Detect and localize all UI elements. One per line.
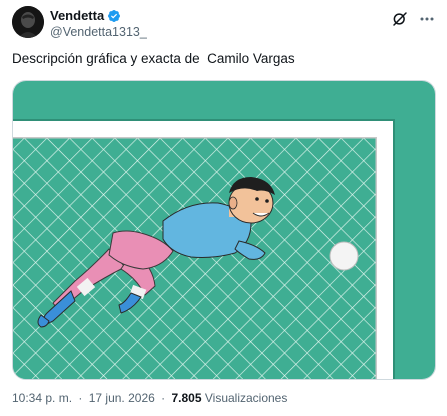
author-avatar[interactable] [12,6,44,38]
tweet-media-image[interactable] [12,80,436,380]
tweet-card: Vendetta @Vendetta1313_ Descripción gráf… [0,0,447,416]
views-count: 7.805 [171,391,202,405]
tweet-meta: 10:34 p. m. · 17 jun. 2026 · 7.805 Visua… [12,391,287,405]
views-label: Visualizaciones [204,391,288,405]
verified-badge-icon [107,9,121,23]
tweet-date[interactable]: 17 jun. 2026 [89,391,155,405]
meta-separator: · [78,391,83,405]
grok-icon[interactable] [391,10,409,28]
author-name-row: Vendetta [50,8,147,24]
author-handle[interactable]: @Vendetta1313_ [50,24,147,40]
goalkeeper-illustration [13,81,435,379]
author-info: Vendetta @Vendetta1313_ [50,8,147,40]
more-options-icon[interactable] [419,10,435,28]
author-display-name[interactable]: Vendetta [50,8,104,24]
tweet-header: Vendetta @Vendetta1313_ [12,6,435,40]
tweet-text: Descripción gráfica y exacta de Camilo V… [12,51,295,66]
tweet-time[interactable]: 10:34 p. m. [12,391,72,405]
meta-separator: · [161,391,166,405]
